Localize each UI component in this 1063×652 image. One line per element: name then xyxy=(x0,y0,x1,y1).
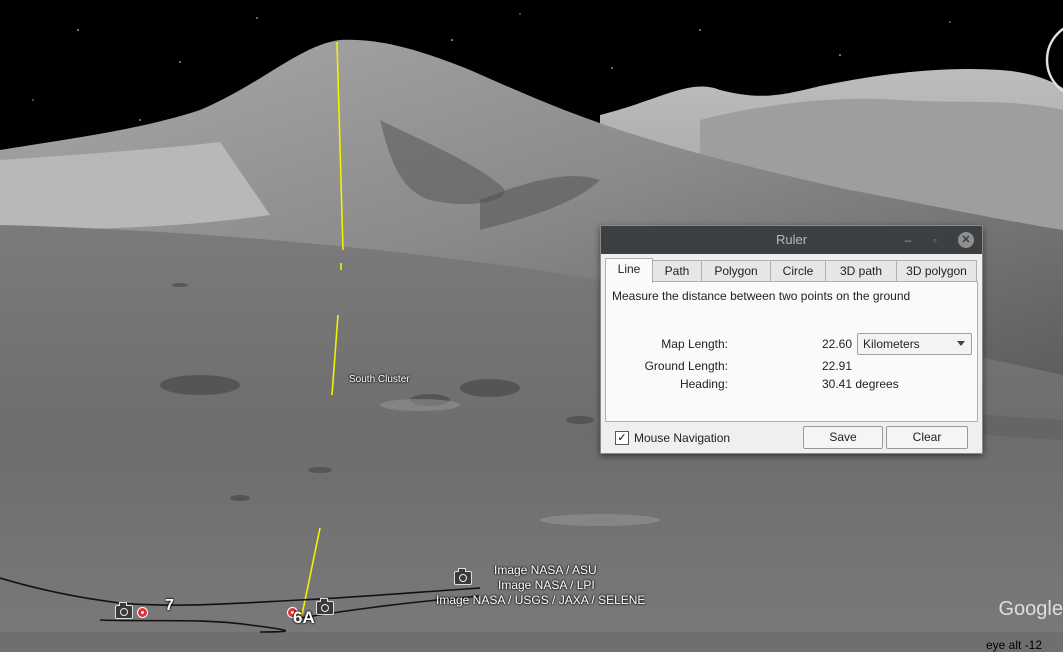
eye-altitude-readout: eye alt -12 xyxy=(986,638,1043,652)
chevron-down-icon xyxy=(957,341,965,346)
units-dropdown[interactable]: Kilometers xyxy=(857,333,972,355)
ground-length-value: 22.91 xyxy=(822,359,853,373)
maximize-icon[interactable]: ▫ xyxy=(927,232,943,248)
mouse-navigation-label[interactable]: Mouse Navigation xyxy=(634,431,730,445)
tab-polygon[interactable]: Polygon xyxy=(701,260,771,282)
tab-path[interactable]: Path xyxy=(652,260,702,282)
heading-value: 30.41 degrees xyxy=(822,377,899,391)
mouse-navigation-checkbox[interactable]: ✓ xyxy=(615,431,629,445)
attribution-line: Image NASA / LPI xyxy=(498,578,595,592)
poi-label[interactable]: South Cluster xyxy=(349,374,410,385)
map-length-value: 22.60 xyxy=(822,337,853,351)
dialog-titlebar[interactable]: Ruler – ▫ ✕ xyxy=(601,226,982,254)
camera-icon[interactable] xyxy=(115,602,133,619)
save-button[interactable]: Save xyxy=(803,426,883,449)
panel-description: Measure the distance between two points … xyxy=(612,289,911,303)
tab-3d-polygon[interactable]: 3D polygon xyxy=(896,260,977,282)
tab-circle[interactable]: Circle xyxy=(770,260,826,282)
minimize-icon[interactable]: – xyxy=(900,232,916,248)
heading-label: Heading: xyxy=(679,377,728,391)
camera-icon[interactable] xyxy=(454,568,472,585)
line-tab-panel: Measure the distance between two points … xyxy=(605,281,978,422)
close-icon[interactable]: ✕ xyxy=(958,232,974,248)
tab-3d-path[interactable]: 3D path xyxy=(825,260,897,282)
camera-icon[interactable] xyxy=(316,598,334,615)
placemark-icon[interactable] xyxy=(137,607,148,618)
dialog-title: Ruler xyxy=(775,232,808,247)
marker-label[interactable]: 7 xyxy=(165,597,174,615)
tab-line[interactable]: Line xyxy=(605,258,653,283)
ruler-dialog: Ruler – ▫ ✕ Line Path Polygon Circle 3D … xyxy=(600,225,983,454)
attribution-line: Image NASA / USGS / JAXA / SELENE xyxy=(436,593,646,607)
marker-label[interactable]: 6A xyxy=(293,608,315,628)
google-logo: Google xyxy=(998,598,1063,620)
units-selected: Kilometers xyxy=(863,337,920,351)
clear-button[interactable]: Clear xyxy=(886,426,968,449)
ground-length-label: Ground Length: xyxy=(644,359,728,373)
attribution-line: Image NASA / ASU xyxy=(494,563,597,577)
map-length-label: Map Length: xyxy=(661,337,728,351)
